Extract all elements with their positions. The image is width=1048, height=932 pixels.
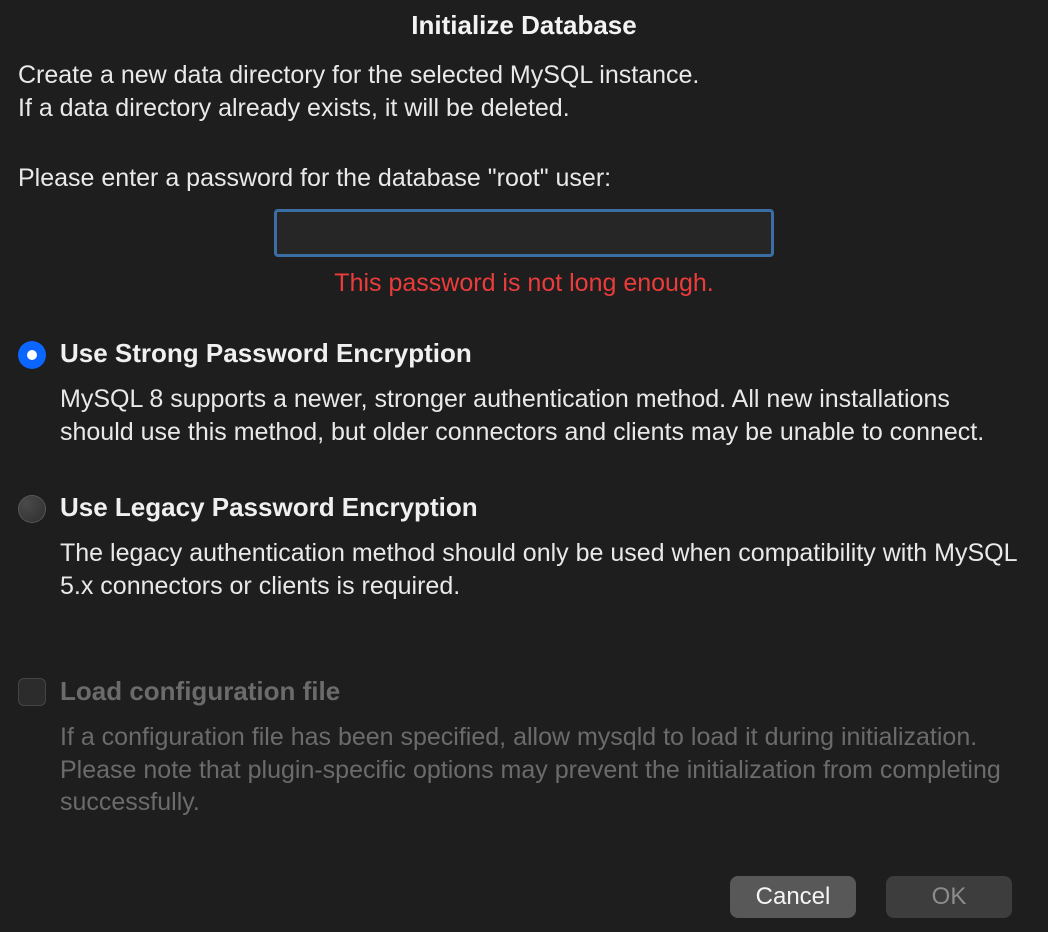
checkbox-load-config bbox=[18, 678, 46, 706]
password-wrap: This password is not long enough. bbox=[18, 209, 1030, 298]
option-load-config: Load configuration file If a configurati… bbox=[18, 676, 1030, 851]
option-legacy-encryption: Use Legacy Password Encryption The legac… bbox=[18, 492, 1030, 634]
option-legacy-label: Use Legacy Password Encryption bbox=[60, 492, 1030, 523]
root-password-input[interactable] bbox=[274, 209, 774, 257]
password-prompt: Please enter a password for the database… bbox=[18, 164, 1030, 193]
radio-legacy-encryption[interactable] bbox=[18, 495, 46, 523]
initialize-database-dialog: Initialize Database Create a new data di… bbox=[0, 0, 1048, 932]
option-legacy-desc: The legacy authentication method should … bbox=[60, 537, 1030, 602]
ok-button: OK bbox=[886, 876, 1012, 918]
intro-line-2: If a data directory already exists, it w… bbox=[18, 94, 570, 122]
intro-text: Create a new data directory for the sele… bbox=[18, 59, 1030, 124]
dialog-title: Initialize Database bbox=[18, 10, 1030, 41]
cancel-button[interactable]: Cancel bbox=[730, 876, 856, 918]
password-error: This password is not long enough. bbox=[334, 269, 713, 298]
option-loadconfig-desc: If a configuration file has been specifi… bbox=[60, 721, 1030, 819]
option-legacy-content: Use Legacy Password Encryption The legac… bbox=[60, 492, 1030, 634]
option-strong-desc: MySQL 8 supports a newer, stronger authe… bbox=[60, 383, 1030, 448]
option-strong-label: Use Strong Password Encryption bbox=[60, 338, 1030, 369]
dialog-footer: Cancel OK bbox=[18, 872, 1030, 918]
intro-line-1: Create a new data directory for the sele… bbox=[18, 61, 699, 89]
option-strong-content: Use Strong Password Encryption MySQL 8 s… bbox=[60, 338, 1030, 480]
radio-strong-encryption[interactable] bbox=[18, 341, 46, 369]
option-loadconfig-label: Load configuration file bbox=[60, 676, 1030, 707]
option-strong-encryption: Use Strong Password Encryption MySQL 8 s… bbox=[18, 338, 1030, 480]
option-loadconfig-content: Load configuration file If a configurati… bbox=[60, 676, 1030, 851]
